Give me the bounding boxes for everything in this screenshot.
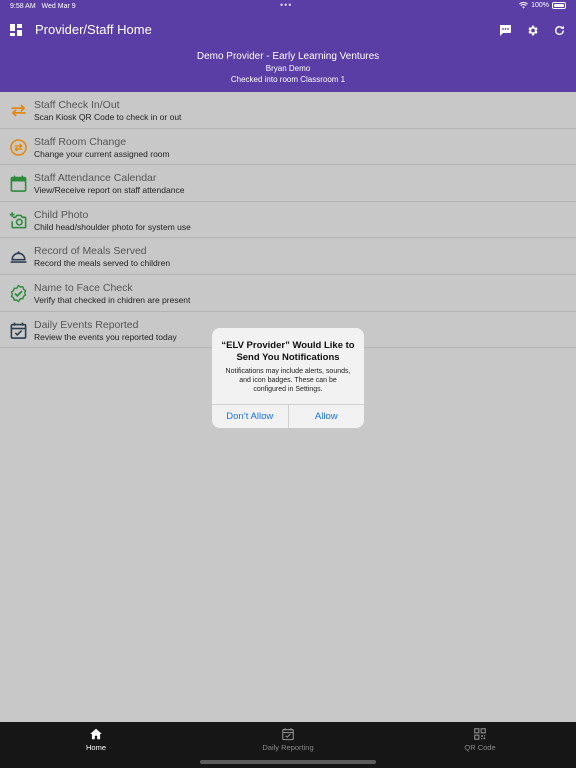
dont-allow-button[interactable]: Don’t Allow xyxy=(212,405,288,428)
battery-percent: 100% xyxy=(531,2,549,9)
alert-message: Notifications may include alerts, sounds… xyxy=(225,368,351,393)
staff-name: Bryan Demo xyxy=(265,64,311,73)
provider-name: Demo Provider - Early Learning Ventures xyxy=(196,51,380,62)
circle-swap-icon xyxy=(10,138,27,156)
settings-button[interactable] xyxy=(524,22,541,39)
status-date: Wed Mar 9 xyxy=(41,3,76,10)
menu-item-staff-attendance-calendar[interactable]: Staff Attendance Calendar View/Receive r… xyxy=(0,165,576,202)
add-camera-icon xyxy=(9,211,27,229)
home-icon xyxy=(90,728,102,740)
home-indicator xyxy=(200,760,376,764)
menu-item-staff-check-in-out[interactable]: Staff Check In/Out Scan Kiosk QR Code to… xyxy=(0,92,576,129)
menu-item-subtitle: Scan Kiosk QR Code to check in or out xyxy=(34,112,182,122)
verified-check-icon xyxy=(10,284,27,303)
dashboard-grid-icon[interactable] xyxy=(10,24,22,36)
menu-item-staff-room-change[interactable]: Staff Room Change Change your current as… xyxy=(0,129,576,166)
menu-item-title: Daily Events Reported xyxy=(34,318,139,331)
refresh-icon xyxy=(555,25,564,35)
menu-item-title: Staff Room Change xyxy=(34,135,127,148)
status-time-date: 9:58 AM Wed Mar 9 xyxy=(10,3,76,10)
page-title: Provider/Staff Home xyxy=(35,22,152,37)
menu-item-title: Staff Attendance Calendar xyxy=(34,172,157,185)
status-bar: 9:58 AM Wed Mar 9 ••• 100% xyxy=(0,0,576,14)
home-menu-list: Staff Check In/Out Scan Kiosk QR Code to… xyxy=(0,92,576,349)
message-icon xyxy=(500,25,511,36)
alert-buttons: Don’t Allow Allow xyxy=(212,404,364,428)
nav-actions xyxy=(497,22,568,39)
meal-cloche-icon xyxy=(10,251,27,264)
messages-button[interactable] xyxy=(497,22,514,39)
menu-item-title: Record of Meals Served xyxy=(34,245,147,258)
menu-item-subtitle: Review the events you reported today xyxy=(34,331,177,342)
menu-item-subtitle: View/Receive report on staff attendance xyxy=(34,185,185,196)
calendar-icon xyxy=(10,175,27,192)
menu-item-record-of-meals-served[interactable]: Record of Meals Served Record the meals … xyxy=(0,238,576,275)
tab-label: QR Code xyxy=(464,743,496,752)
tab-daily-reporting[interactable]: Daily Reporting xyxy=(228,727,348,752)
menu-item-subtitle: Record the meals served to children xyxy=(34,258,171,269)
navigation-bar: Provider/Staff Home xyxy=(0,14,576,46)
menu-item-subtitle: Verify that checked in chidren are prese… xyxy=(34,294,191,305)
status-right: 100% xyxy=(519,2,566,9)
allow-button[interactable]: Allow xyxy=(287,405,365,428)
menu-item-title: Child Photo xyxy=(34,208,89,221)
menu-item-name-to-face-check[interactable]: Name to Face Check Verify that checked i… xyxy=(0,275,576,312)
tab-qr-code[interactable]: QR Code xyxy=(420,727,540,752)
menu-item-subtitle: Change your current assigned room xyxy=(34,148,170,159)
calendar-check-icon xyxy=(10,322,27,339)
swap-arrows-icon xyxy=(11,104,26,117)
refresh-button[interactable] xyxy=(551,22,568,39)
battery-icon xyxy=(552,2,566,9)
calendar-check-icon xyxy=(282,728,294,741)
menu-item-title: Staff Check In/Out xyxy=(34,99,120,111)
gear-icon xyxy=(528,25,538,36)
wifi-icon xyxy=(519,2,529,9)
menu-item-title: Name to Face Check xyxy=(34,281,133,294)
notification-permission-alert: “ELV Provider” Would Like to Send You No… xyxy=(212,328,364,428)
multitasking-dots-icon[interactable]: ••• xyxy=(280,0,292,10)
checked-in-room: Checked into room Classroom 1 xyxy=(230,75,346,84)
tab-home[interactable]: Home xyxy=(36,727,156,752)
qr-code-icon xyxy=(474,728,486,740)
menu-item-child-photo[interactable]: Child Photo Child head/shoulder photo fo… xyxy=(0,202,576,239)
alert-title: “ELV Provider” Would Like to Send You No… xyxy=(221,340,355,363)
menu-item-subtitle: Child head/shoulder photo for system use xyxy=(34,221,191,232)
provider-info-header: Demo Provider - Early Learning Ventures … xyxy=(0,46,576,92)
tab-label: Home xyxy=(85,743,106,752)
tab-label: Daily Reporting xyxy=(262,743,314,752)
status-time: 9:58 AM xyxy=(10,3,36,10)
